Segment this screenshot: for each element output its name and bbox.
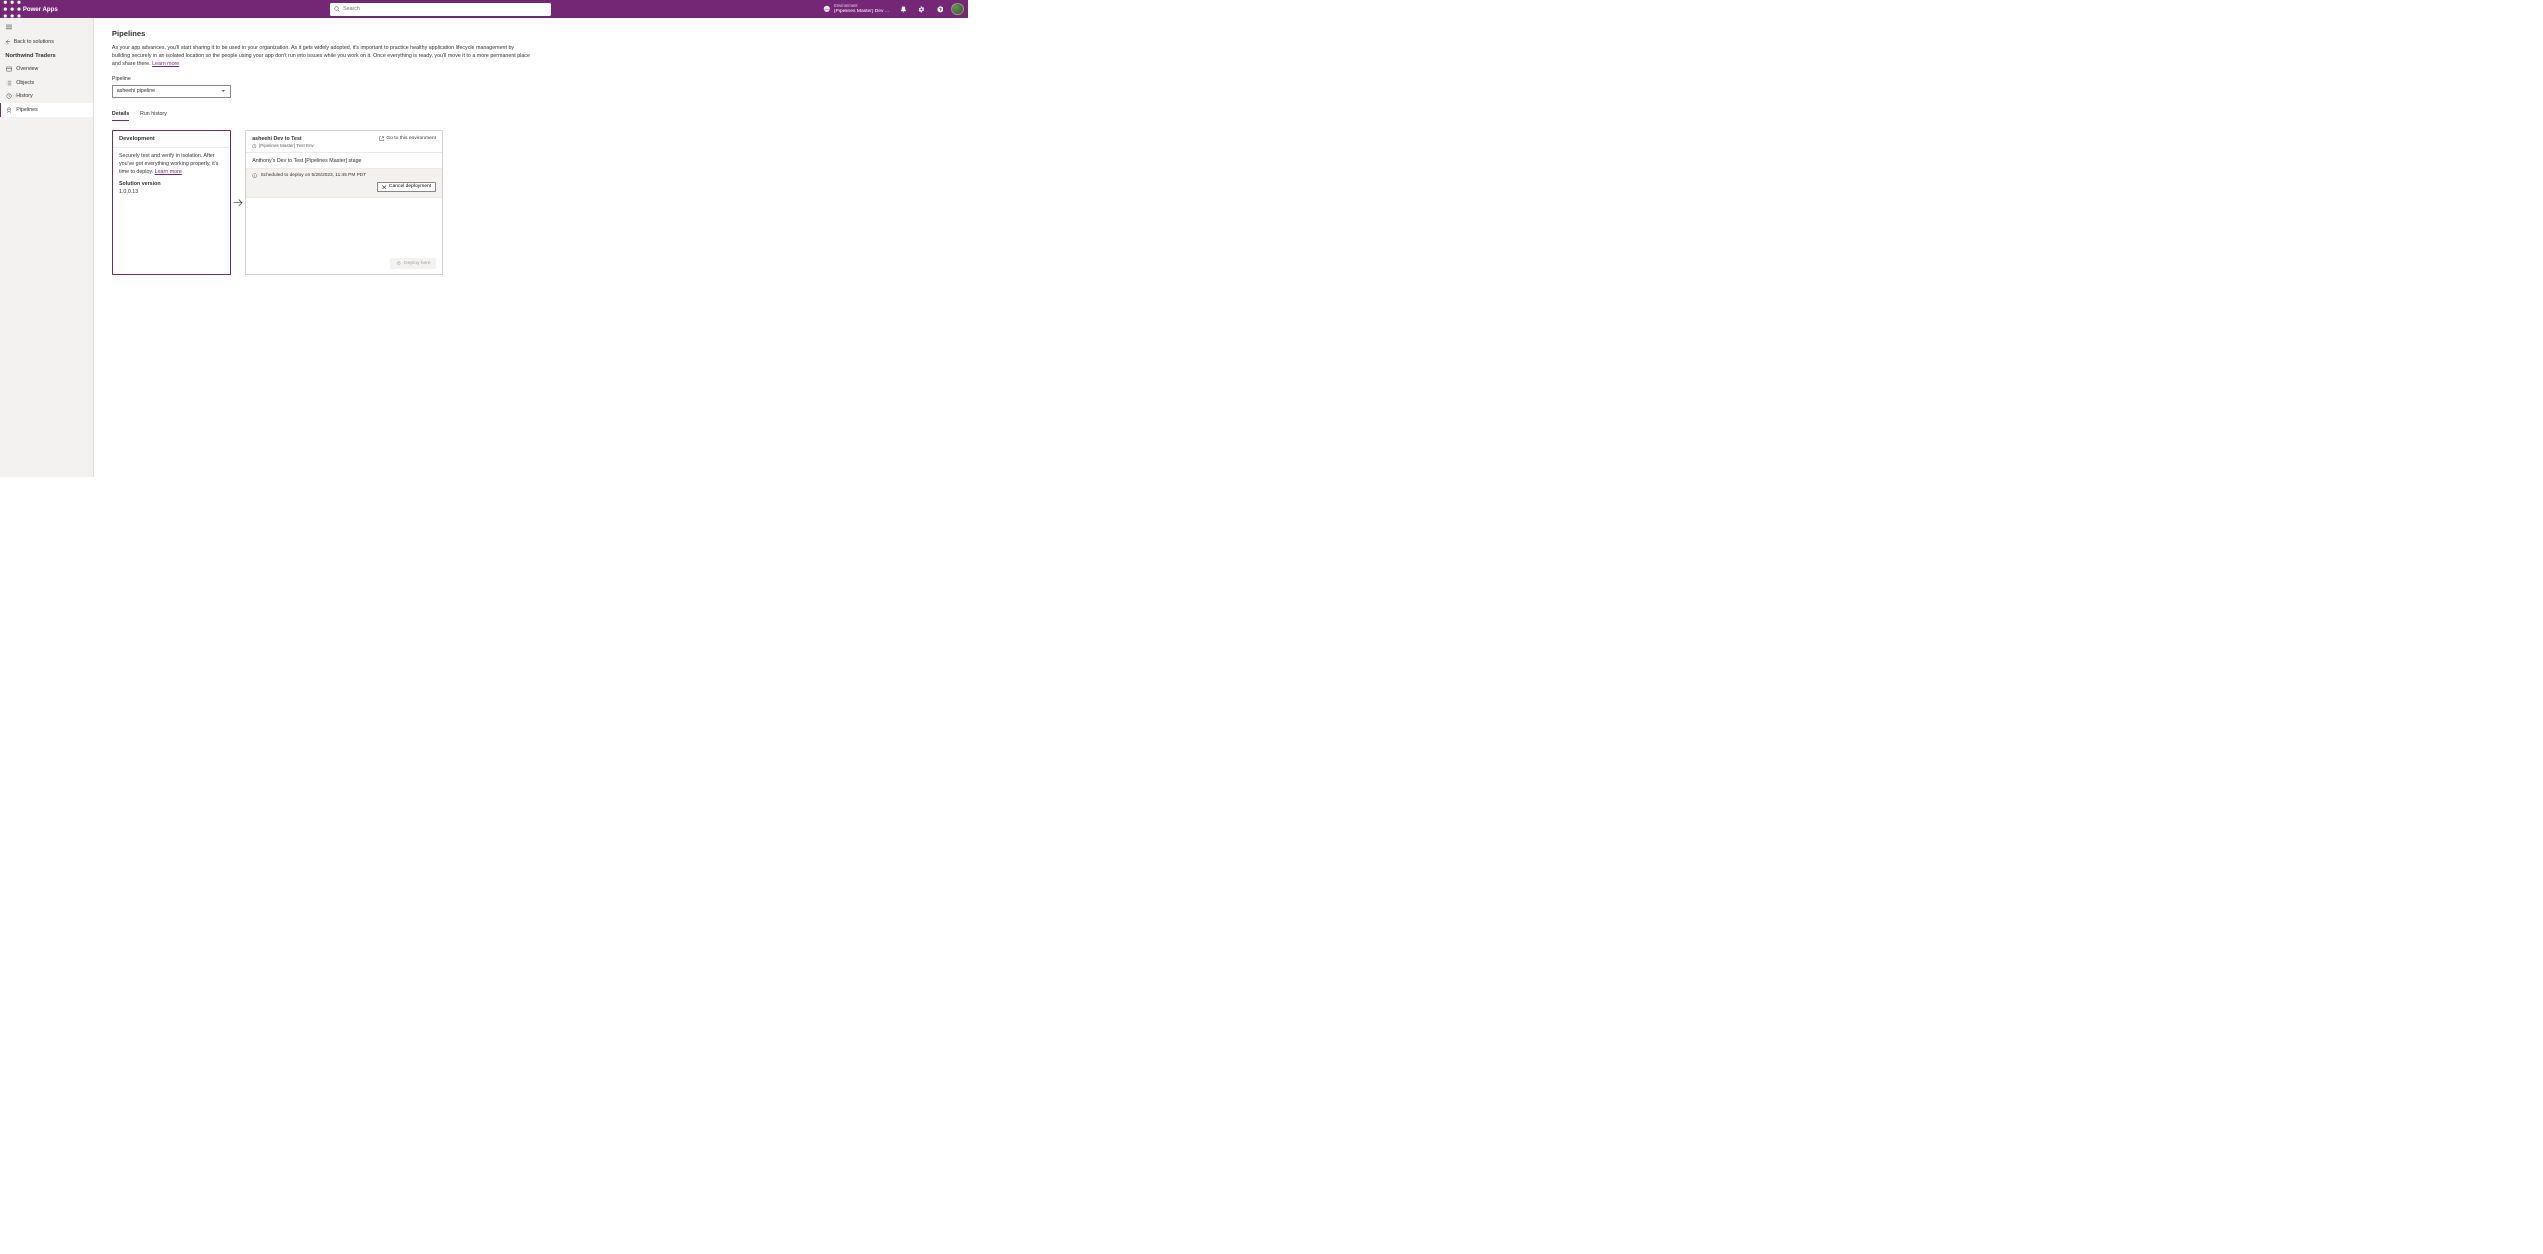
history-icon [6,93,12,99]
info-icon [252,173,257,178]
solution-version-label: Solution version [119,181,224,189]
stage-card: asheehi Dev to Test [Pipelines Master] T… [245,130,443,275]
cancel-label: Cancel deployment [389,184,431,189]
back-to-solutions[interactable]: Back to solutions [0,35,93,49]
stage-card-footer: Deploy here [246,253,442,274]
collapse-sidebar-button[interactable] [2,20,17,35]
stage-title: asheehi Dev to Test [252,136,314,142]
environment-icon [823,5,831,13]
pipeline-dropdown[interactable]: asheehi pipeline [112,85,231,98]
nav-overview[interactable]: Overview [0,62,93,76]
pipeline-field-label: Pipeline [112,76,950,82]
topbar-center [58,3,824,16]
search-icon [334,6,340,12]
nav-pipelines[interactable]: Pipelines [0,103,93,117]
rocket-icon [6,107,12,113]
chevron-down-icon [221,89,226,94]
nav-history[interactable]: History [0,90,93,104]
stage-environment: [Pipelines Master] Test Env [252,143,314,148]
main-content: Pipelines As your app advances, you'll s… [94,18,968,477]
external-link-icon [379,136,384,141]
app-name: Power Apps [23,6,58,13]
arrow-right-icon [232,197,243,208]
body-wrap: Back to solutions Northwind Traders Over… [0,18,968,477]
bell-icon [900,6,907,13]
stage-env-name: [Pipelines Master] Test Env [259,143,314,148]
app-topbar: Power Apps Environment [Pipelines Master… [0,0,968,18]
help-icon [937,6,944,13]
goto-environment-link[interactable]: Go to this environment [379,136,436,141]
environment-text: Environment [Pipelines Master] Dev ... [834,4,889,14]
stage-arrow [231,197,245,208]
nav-label: Pipelines [16,107,38,113]
dev-learn-more-link[interactable]: Learn more [155,169,182,175]
tab-details[interactable]: Details [112,108,129,121]
app-launcher-button[interactable] [3,0,21,18]
rocket-icon [396,261,401,266]
hamburger-icon [6,24,12,30]
solution-name: Northwind Traders [0,49,93,63]
objects-icon [6,80,12,86]
arrow-left-icon [5,39,10,44]
settings-button[interactable] [913,0,930,18]
pipeline-cards-row: Development Securely test and verify in … [112,130,950,275]
help-button[interactable] [932,0,949,18]
search-input[interactable] [343,6,547,12]
development-card-body: Securely test and verify in isolation. A… [113,148,230,275]
intro-paragraph: As your app advances, you'll start shari… [112,45,531,69]
nav-label: History [16,93,33,99]
environment-picker[interactable]: Environment [Pipelines Master] Dev ... [823,4,889,14]
pipeline-selected-value: asheehi pipeline [117,88,155,94]
nav-label: Overview [16,66,38,72]
overview-icon [6,66,12,72]
left-sidebar: Back to solutions Northwind Traders Over… [0,18,94,477]
development-card-title: Development [113,131,230,147]
waffle-icon [3,0,21,18]
close-icon [382,185,387,190]
intro-learn-more-link[interactable]: Learn more [152,61,179,67]
goto-env-label: Go to this environment [386,136,436,141]
environment-name: [Pipelines Master] Dev ... [834,9,889,14]
nav-objects[interactable]: Objects [0,76,93,90]
cancel-deployment-button[interactable]: Cancel deployment [377,182,436,193]
user-avatar[interactable] [951,3,963,15]
stage-card-header: asheehi Dev to Test [Pipelines Master] T… [246,131,442,153]
deploy-label: Deploy here [404,261,431,266]
pipeline-tabs: Details Run history [112,108,950,121]
solution-version-value: 1.0.0.13 [119,189,224,197]
scheduled-banner: Scheduled to deploy on 5/26/2023, 11:45 … [246,169,442,198]
deploy-here-button: Deploy here [390,258,436,269]
nav-label: Objects [16,80,34,86]
back-label: Back to solutions [14,39,54,45]
global-search[interactable] [330,3,551,16]
stage-description: Anthony's Dev to Test [Pipelines Master]… [246,153,442,169]
scheduled-text: Scheduled to deploy on 5/26/2023, 11:45 … [261,173,367,178]
development-card: Development Securely test and verify in … [112,130,231,275]
topbar-right: Environment [Pipelines Master] Dev ... [823,0,963,18]
tab-run-history[interactable]: Run history [140,108,167,121]
page-title: Pipelines [112,29,950,38]
gear-icon [918,6,925,13]
clock-icon [252,144,257,149]
notifications-button[interactable] [895,0,912,18]
